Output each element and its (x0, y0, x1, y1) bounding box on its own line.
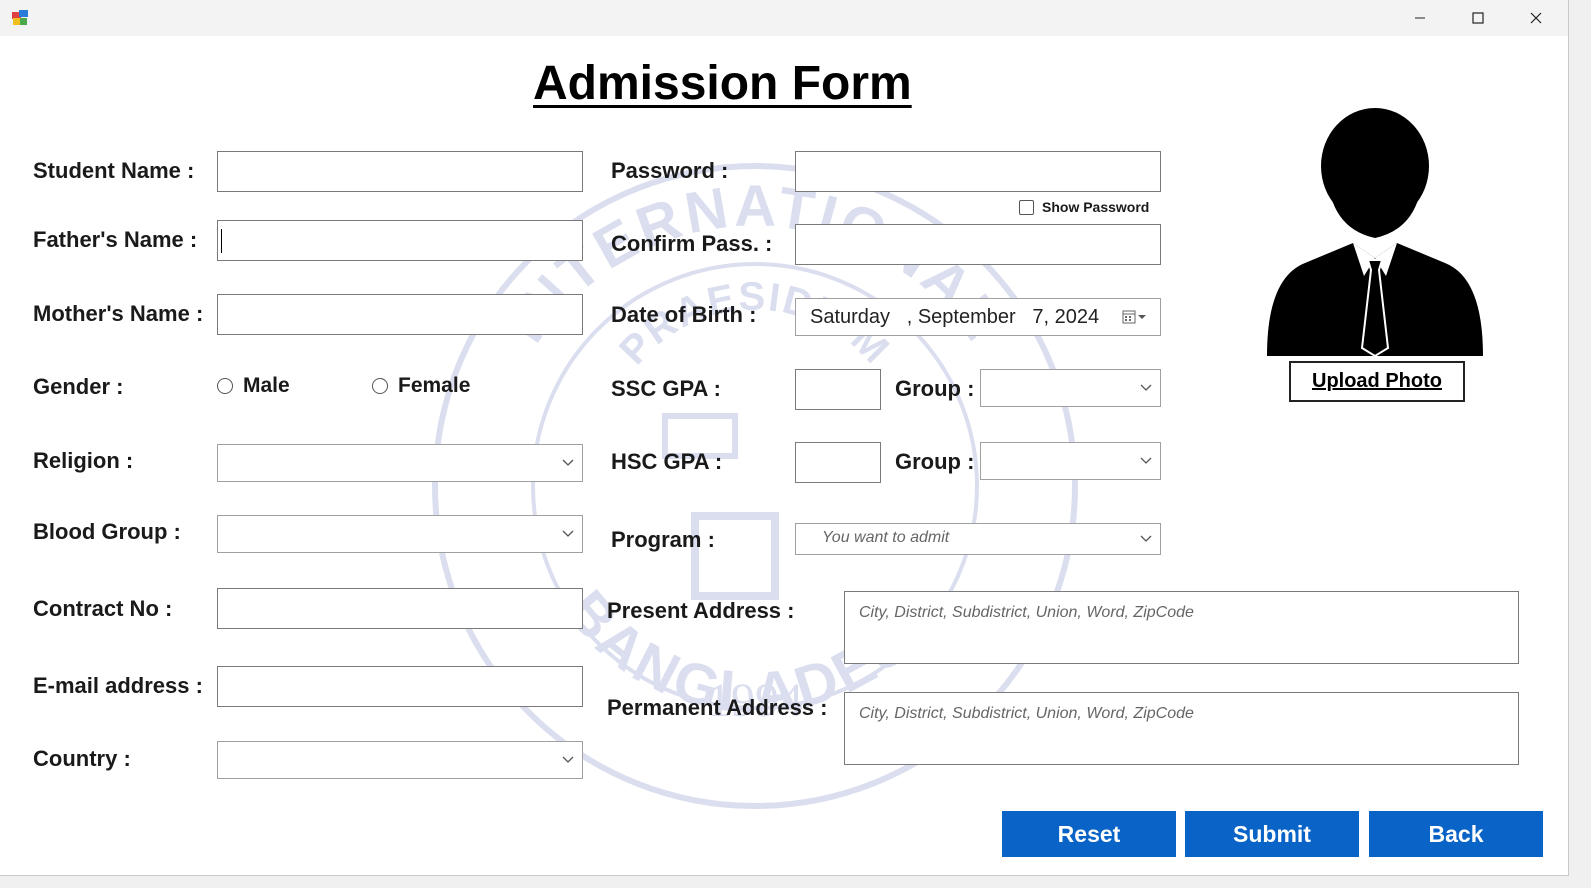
present-address-textarea[interactable]: City, District, Subdistrict, Union, Word… (844, 591, 1519, 664)
show-password-checkbox[interactable]: Show Password (1019, 199, 1149, 215)
fathers-name-label: Father's Name : (33, 227, 198, 252)
radio-circle[interactable] (372, 378, 388, 394)
radio-circle[interactable] (217, 378, 233, 394)
reset-button[interactable]: Reset (1002, 811, 1176, 857)
email-input[interactable] (217, 666, 583, 707)
ssc-gpa-label: SSC GPA : (611, 376, 722, 401)
confirm-pass-label: Confirm Pass. : (611, 231, 773, 256)
close-icon (1530, 12, 1542, 24)
religion-select[interactable] (217, 444, 583, 482)
blood-group-select[interactable] (217, 515, 583, 553)
ssc-gpa-input[interactable] (795, 369, 881, 410)
profile-photo-placeholder (1267, 108, 1483, 358)
mothers-name-input[interactable] (217, 294, 583, 335)
submit-button[interactable]: Submit (1185, 811, 1359, 857)
admission-form-window: INTERNATIONAL PRAESIDIUM BANGLADESH 1994… (0, 0, 1569, 876)
chevron-down-icon (562, 459, 574, 466)
country-label: Country : (33, 746, 131, 771)
radio-label-male: Male (243, 374, 290, 397)
program-label: Program : (611, 527, 715, 552)
hsc-gpa-input[interactable] (795, 442, 881, 483)
form-content: INTERNATIONAL PRAESIDIUM BANGLADESH 1994… (0, 36, 1568, 875)
contract-no-input[interactable] (217, 588, 583, 629)
chevron-down-icon (562, 756, 574, 763)
app-icon (12, 10, 28, 25)
chevron-down-icon (1140, 457, 1152, 464)
blood-group-label: Blood Group : (33, 519, 181, 544)
title-bar (0, 0, 1568, 36)
password-input[interactable] (795, 151, 1161, 192)
ssc-group-label: Group : (895, 376, 975, 401)
program-placeholder: You want to admit (822, 529, 950, 546)
hsc-gpa-label: HSC GPA : (611, 449, 723, 474)
student-name-label: Student Name : (33, 158, 195, 183)
upload-photo-button[interactable]: Upload Photo (1289, 361, 1465, 402)
present-address-placeholder: City, District, Subdistrict, Union, Word… (859, 604, 1194, 621)
checkbox-box[interactable] (1019, 199, 1034, 215)
mothers-name-label: Mother's Name : (33, 301, 204, 326)
chevron-down-icon (1140, 535, 1152, 542)
maximize-icon (1472, 12, 1484, 24)
permanent-address-placeholder: City, District, Subdistrict, Union, Word… (859, 705, 1194, 722)
show-password-label: Show Password (1042, 199, 1150, 215)
close-button[interactable] (1507, 0, 1565, 36)
contract-no-label: Contract No : (33, 596, 173, 621)
dob-label: Date of Birth : (611, 302, 757, 327)
chevron-down-icon (1140, 384, 1152, 391)
present-address-label: Present Address : (607, 598, 795, 623)
hsc-group-label: Group : (895, 449, 975, 474)
dob-datepicker[interactable]: Saturday , September 7, 2024 (795, 298, 1161, 336)
maximize-button[interactable] (1449, 0, 1507, 36)
form-title: Admission Form (533, 57, 912, 110)
permanent-address-label: Permanent Address : (607, 695, 828, 720)
country-select[interactable] (217, 741, 583, 779)
back-button[interactable]: Back (1369, 811, 1543, 857)
confirm-pass-input[interactable] (795, 224, 1161, 265)
text-cursor (221, 229, 222, 253)
gender-label: Gender : (33, 374, 124, 399)
password-label: Password : (611, 158, 729, 183)
program-select[interactable]: You want to admit (795, 523, 1161, 555)
calendar-dropdown-icon[interactable] (1122, 309, 1148, 325)
permanent-address-textarea[interactable]: City, District, Subdistrict, Union, Word… (844, 692, 1519, 765)
gender-female-radio[interactable]: Female (372, 374, 470, 398)
dob-value: Saturday , September 7, 2024 (810, 305, 1100, 328)
student-name-input[interactable] (217, 151, 583, 192)
minimize-button[interactable] (1391, 0, 1449, 36)
minimize-icon (1415, 17, 1425, 19)
religion-label: Religion : (33, 448, 134, 473)
radio-label-female: Female (398, 374, 471, 397)
hsc-group-select[interactable] (980, 442, 1161, 480)
chevron-down-icon (562, 530, 574, 537)
email-label: E-mail address : (33, 673, 203, 698)
gender-male-radio[interactable]: Male (217, 374, 290, 398)
fathers-name-input[interactable] (217, 220, 583, 261)
ssc-group-select[interactable] (980, 369, 1161, 407)
